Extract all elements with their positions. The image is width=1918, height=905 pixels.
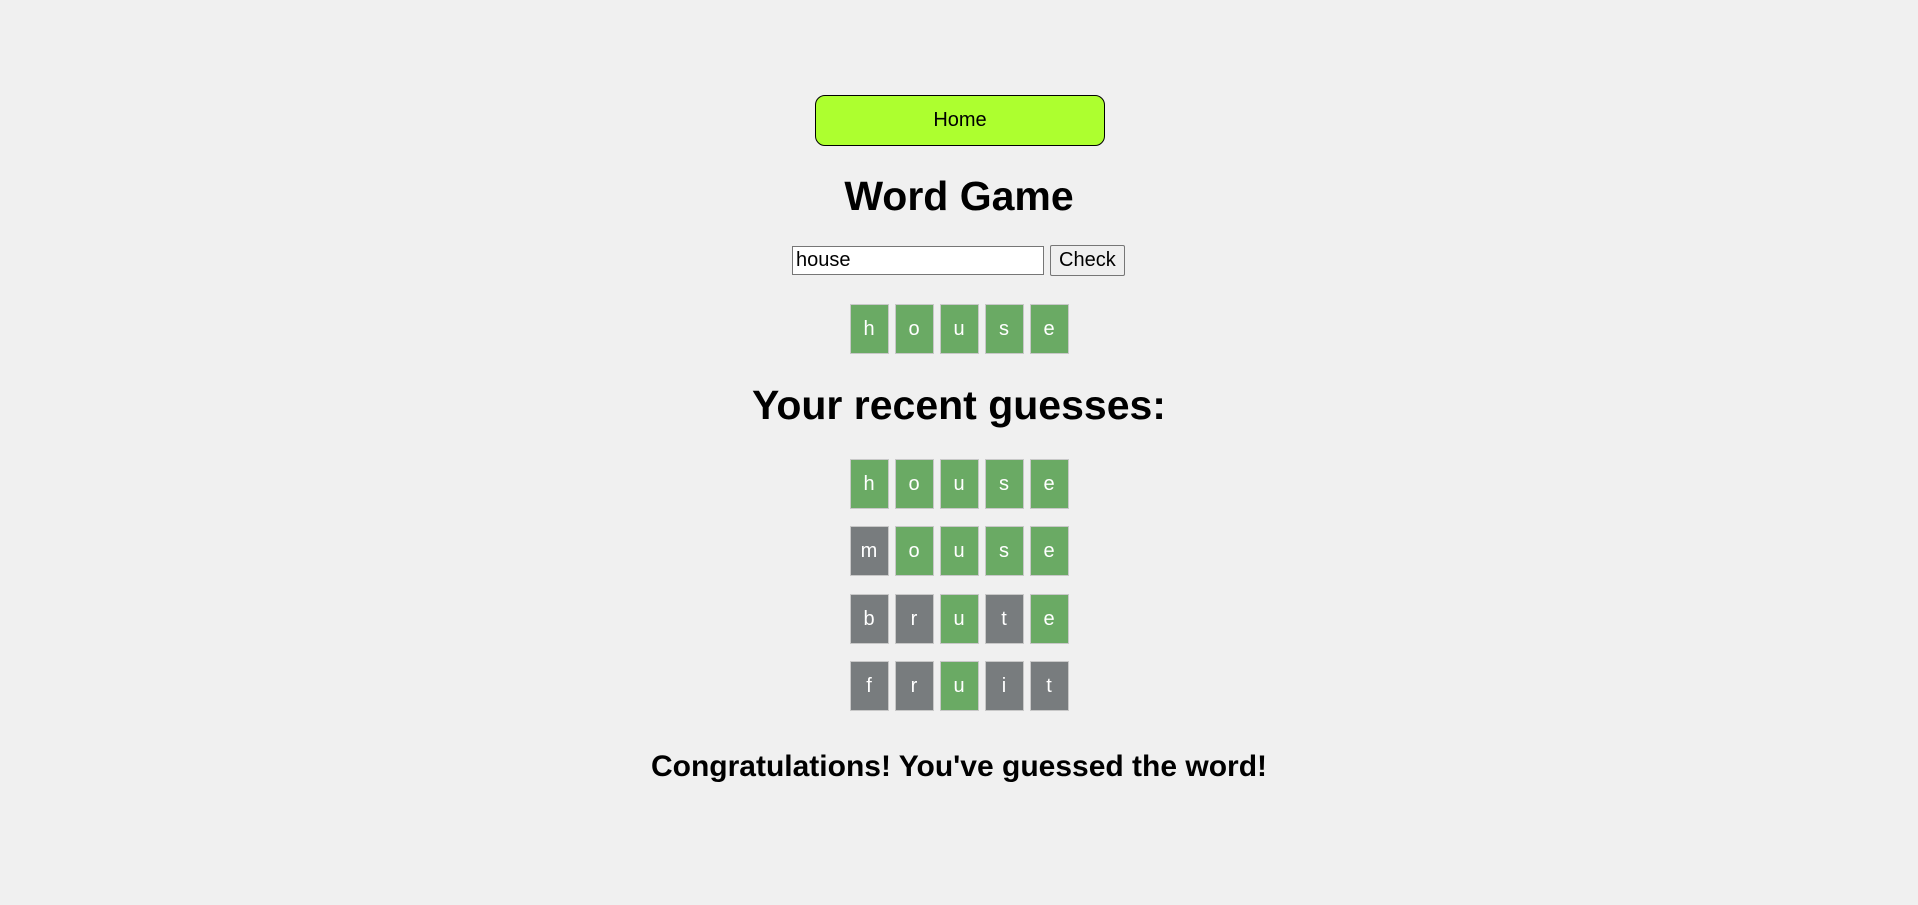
letter-tile-correct: e xyxy=(1029,459,1069,509)
page-title: Word Game xyxy=(844,173,1074,219)
current-guess-row: house xyxy=(0,304,1918,354)
letter-tile-correct: u xyxy=(939,304,979,354)
letter-tile-absent: t xyxy=(1029,661,1069,711)
letter-tile-correct: u xyxy=(939,459,979,509)
guess-form: Check xyxy=(792,245,1125,276)
letter-tile-correct: u xyxy=(939,594,979,644)
letter-tile-absent: f xyxy=(849,661,889,711)
letter-tile-correct: e xyxy=(1029,304,1069,354)
letter-tile-absent: r xyxy=(894,594,934,644)
home-button[interactable]: Home xyxy=(815,95,1105,146)
letter-tile-absent: r xyxy=(894,661,934,711)
letter-tile-correct: e xyxy=(1029,594,1069,644)
letter-tile-correct: s xyxy=(984,304,1024,354)
recent-guess-row: mouse xyxy=(0,526,1918,576)
recent-guesses-heading: Your recent guesses: xyxy=(752,382,1166,428)
letter-tile-correct: s xyxy=(984,459,1024,509)
check-button[interactable]: Check xyxy=(1050,245,1125,276)
letter-tile-correct: o xyxy=(894,459,934,509)
letter-tile-correct: o xyxy=(894,526,934,576)
letter-tile-correct: h xyxy=(849,304,889,354)
letter-tile-correct: u xyxy=(939,661,979,711)
letter-tile-correct: o xyxy=(894,304,934,354)
letter-tile-absent: i xyxy=(984,661,1024,711)
word-game-page: Home Word Game Check house Your recent g… xyxy=(0,0,1918,905)
check-button-label: Check xyxy=(1059,249,1116,271)
letter-tile-absent: m xyxy=(849,526,889,576)
letter-tile-correct: u xyxy=(939,526,979,576)
letter-tile-correct: s xyxy=(984,526,1024,576)
recent-guess-row: brute xyxy=(0,594,1918,644)
congratulations-message: Congratulations! You've guessed the word… xyxy=(650,750,1268,783)
letter-tile-correct: h xyxy=(849,459,889,509)
recent-guess-row: house xyxy=(0,459,1918,509)
letter-tile-correct: e xyxy=(1029,526,1069,576)
home-button-label: Home xyxy=(933,109,987,131)
recent-guess-row: fruit xyxy=(0,661,1918,711)
letter-tile-absent: t xyxy=(984,594,1024,644)
letter-tile-absent: b xyxy=(849,594,889,644)
guess-input[interactable] xyxy=(792,246,1044,275)
